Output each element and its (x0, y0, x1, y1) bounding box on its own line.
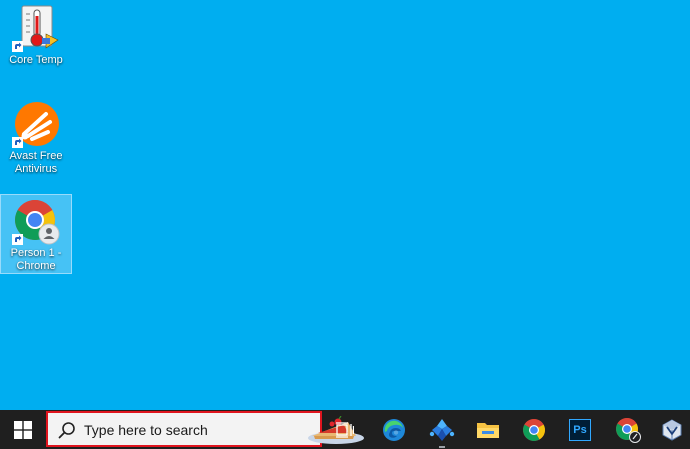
shortcut-arrow-icon (12, 41, 23, 52)
taskbar-virtualbox-button[interactable] (654, 410, 690, 449)
desktop-icon-label: Avast Free Antivirus (9, 150, 63, 175)
chrome-profile-icon (616, 417, 641, 443)
edge-icon (383, 418, 405, 441)
taskbar-chrome-button[interactable] (512, 410, 556, 449)
taskbar-file-explorer-button[interactable] (466, 410, 510, 449)
taskbar-app-button[interactable] (420, 410, 464, 449)
search-placeholder: Type here to search (84, 422, 208, 438)
search-icon (58, 422, 75, 439)
running-indicator (439, 446, 445, 448)
chrome-profile-icon (12, 197, 60, 245)
task-view-button[interactable] (326, 410, 364, 449)
desktop-icon-label: Person 1 - Chrome (10, 247, 62, 272)
virtualbox-icon (662, 418, 682, 441)
taskbar-chrome-profile-button[interactable] (606, 410, 650, 449)
desktop-icon-avast[interactable]: Avast Free Antivirus (0, 98, 72, 176)
shortcut-arrow-icon (12, 137, 23, 148)
desktop-icon-chrome-profile[interactable]: Person 1 - Chrome (0, 194, 72, 274)
desktop-icon-label: Core Temp (9, 54, 63, 66)
taskbar-photoshop-button[interactable]: Ps (558, 410, 602, 449)
taskbar: Type here to search Ps (0, 410, 690, 449)
taskbar-edge-button[interactable] (372, 410, 416, 449)
chrome-icon (523, 418, 545, 441)
windows-logo-icon (14, 420, 32, 439)
app-icon (429, 418, 455, 441)
avast-icon (12, 100, 60, 148)
shortcut-arrow-icon (12, 234, 23, 245)
desktop[interactable]: Core Temp Avast Free Antivirus Person 1 … (0, 0, 690, 410)
photoshop-icon-text: Ps (573, 423, 587, 436)
task-view-icon (336, 421, 354, 438)
screen: Core Temp Avast Free Antivirus Person 1 … (0, 0, 690, 449)
thermometer-icon (12, 4, 60, 52)
search-input[interactable]: Type here to search (46, 411, 364, 447)
photoshop-icon: Ps (569, 418, 591, 441)
desktop-icon-core-temp[interactable]: Core Temp (0, 2, 72, 67)
folder-icon (477, 422, 499, 438)
start-button[interactable] (0, 410, 46, 449)
